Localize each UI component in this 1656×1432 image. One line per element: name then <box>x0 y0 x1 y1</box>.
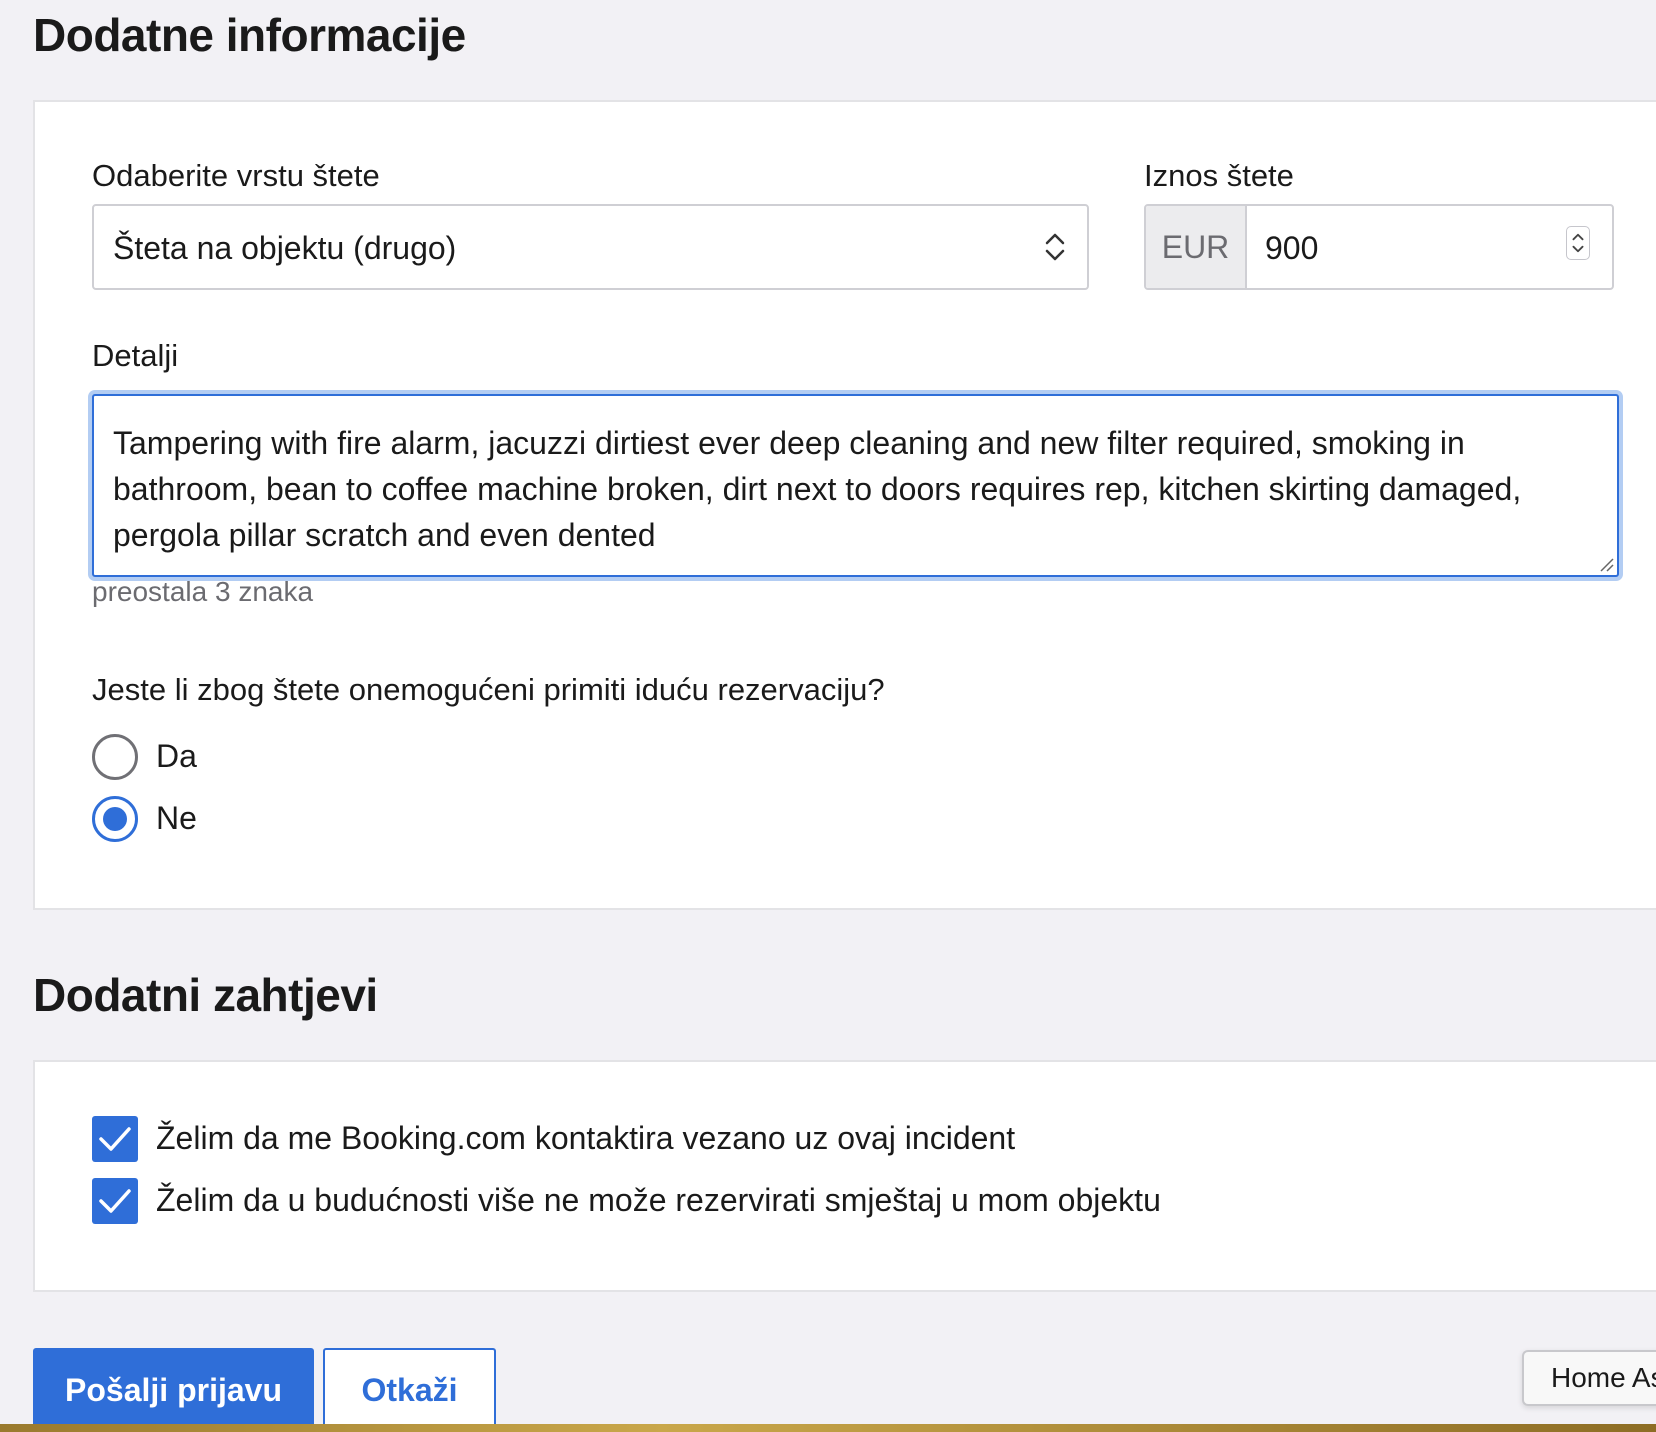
radio-button-selected[interactable] <box>92 796 138 842</box>
currency-addon: EUR <box>1146 206 1247 288</box>
section-title-additional-requests: Dodatni zahtjevi <box>33 969 378 1021</box>
number-spinner-icon[interactable] <box>1566 226 1590 260</box>
checkbox-contact[interactable]: Želim da me Booking.com kontaktira vezan… <box>92 1116 1192 1164</box>
checkbox-label: Želim da me Booking.com kontaktira vezan… <box>156 1120 1016 1156</box>
checkbox-label: Želim da u budućnosti više ne može rezer… <box>156 1182 1161 1218</box>
checkmark-icon <box>99 1127 131 1151</box>
checkbox-block-guest[interactable]: Želim da u budućnosti više ne može rezer… <box>92 1178 1292 1226</box>
checkmark-icon <box>99 1189 131 1213</box>
damage-type-label: Odaberite vrstu štete <box>92 158 380 193</box>
select-arrows-icon <box>1045 233 1065 261</box>
section-title-additional-info: Dodatne informacije <box>33 9 466 61</box>
cancel-button[interactable]: Otkaži <box>323 1348 496 1432</box>
checkbox[interactable] <box>92 1178 138 1224</box>
remaining-characters: preostala 3 znaka <box>92 576 314 607</box>
additional-requests-card: Želim da me Booking.com kontaktira vezan… <box>33 1060 1656 1292</box>
details-label: Detalji <box>92 338 179 373</box>
radio-button[interactable] <box>92 734 138 780</box>
dock-tooltip: Home As <box>1522 1350 1656 1406</box>
desktop-background-strip <box>0 1424 1656 1432</box>
page: Dodatne informacije Odaberite vrstu štet… <box>0 0 1656 1432</box>
radio-label: Da <box>156 738 197 774</box>
amount-label: Iznos štete <box>1144 158 1294 193</box>
radio-option-da[interactable]: Da <box>92 734 292 782</box>
radio-label: Ne <box>156 800 197 836</box>
amount-field: EUR 900 <box>1144 204 1614 290</box>
additional-info-card: Odaberite vrstu štete Šteta na objektu (… <box>33 100 1656 910</box>
submit-button[interactable]: Pošalji prijavu <box>33 1348 314 1432</box>
amount-input[interactable]: 900 <box>1265 230 1318 267</box>
booking-question: Jeste li zbog štete onemogućeni primiti … <box>92 672 885 707</box>
details-textarea[interactable]: Tampering with fire alarm, jacuzzi dirti… <box>92 394 1619 577</box>
details-text: Tampering with fire alarm, jacuzzi dirti… <box>113 425 1522 553</box>
resize-handle-icon[interactable] <box>1598 556 1614 572</box>
damage-type-select[interactable]: Šteta na objektu (drugo) <box>92 204 1089 290</box>
radio-option-ne[interactable]: Ne <box>92 796 292 844</box>
checkbox[interactable] <box>92 1116 138 1162</box>
damage-type-value: Šteta na objektu (drugo) <box>113 230 457 266</box>
